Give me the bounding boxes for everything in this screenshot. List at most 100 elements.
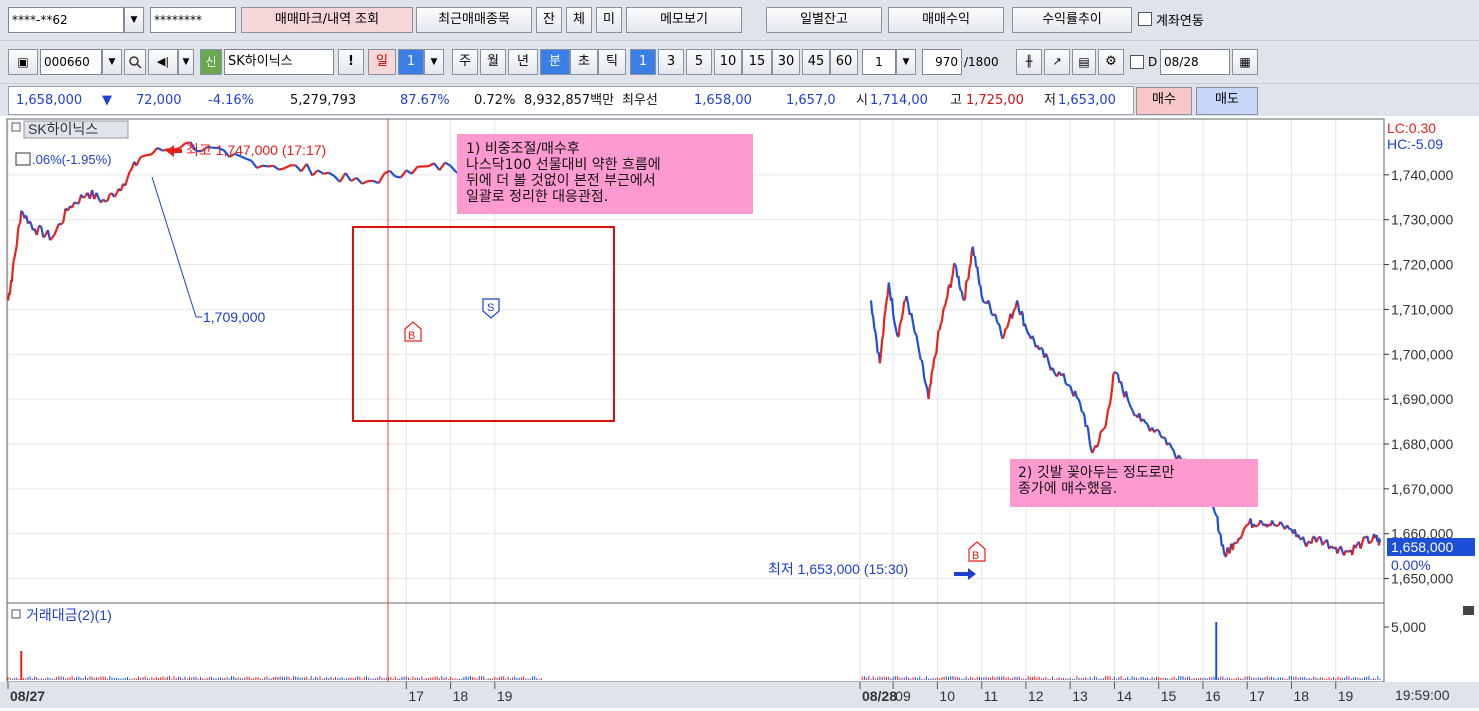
low-marker-label: 최저 1,653,000 (15:30) [768, 561, 908, 577]
table-icon[interactable] [16, 153, 30, 165]
interval-1-button[interactable]: 1 [630, 49, 656, 75]
price-segment [12, 261, 13, 273]
period-tick-button[interactable]: 틱 [598, 49, 626, 75]
volume-panel-close-icon[interactable] [1463, 606, 1474, 615]
period-minute-button[interactable]: 분 [540, 49, 570, 75]
balance-button[interactable]: 잔 [536, 7, 562, 33]
account-number-field[interactable]: ****-**62 [8, 7, 124, 33]
trade-mark-query-button[interactable]: 매매마크/내역 조회 [241, 7, 413, 33]
price-segment [30, 221, 32, 224]
price-segment [1224, 553, 1225, 557]
price-segment [141, 155, 147, 157]
price-segment [978, 276, 979, 285]
candle-type-icon[interactable]: ╫ [1016, 49, 1042, 75]
sell-button[interactable]: 매도 [1196, 87, 1258, 115]
stock-name-field[interactable]: SK하이닉스 [224, 49, 334, 75]
price-segment [872, 313, 873, 317]
period-month-button[interactable]: 월 [480, 49, 506, 75]
price-segment [10, 290, 11, 295]
price-segment [1005, 328, 1007, 329]
recent-stocks-button[interactable]: 최근매매종목 [416, 7, 532, 33]
price-segment [915, 332, 917, 335]
interval-5-button[interactable]: 5 [686, 49, 712, 75]
price-segment [883, 318, 884, 335]
interval-dropdown-icon[interactable]: ▼ [896, 49, 916, 75]
interval-30-button[interactable]: 30 [772, 49, 800, 75]
save-icon[interactable]: ▤ [1072, 49, 1096, 75]
sell-marker-label: S [487, 302, 494, 314]
interval-3-button[interactable]: 3 [658, 49, 684, 75]
open-price: 1,714,00 [870, 86, 928, 116]
search-icon[interactable] [124, 49, 146, 75]
gear-icon[interactable]: ⚙ [1098, 49, 1124, 75]
sound-icon[interactable]: ◀| [148, 49, 178, 75]
price-segment [1298, 535, 1300, 539]
price-segment [1316, 538, 1318, 542]
password-field[interactable]: ******** [150, 7, 236, 33]
date-field[interactable]: 08/28 [1160, 49, 1230, 75]
price-chart-svg[interactable]: 1,740,0001,730,0001,720,0001,710,0001,70… [0, 117, 1479, 708]
top-toolbar: ****-**62 ▼ ******** 매매마크/내역 조회 최근매매종목 잔… [0, 0, 1479, 40]
interval-10-button[interactable]: 10 [714, 49, 742, 75]
period-week-button[interactable]: 주 [452, 49, 478, 75]
warning-icon[interactable]: ! [338, 49, 364, 75]
period-year-button[interactable]: 년 [508, 49, 538, 75]
trade-profit-button[interactable]: 매매수익 [888, 7, 1004, 33]
account-link-checkbox[interactable] [1138, 12, 1152, 26]
price-change-pct: -4.16% [208, 86, 254, 116]
price-segment [941, 322, 942, 324]
x-tick-label: 17 [408, 688, 424, 704]
interval-15-button[interactable]: 15 [742, 49, 772, 75]
price-segment [1041, 348, 1043, 350]
date-checkbox[interactable] [1130, 55, 1144, 69]
price-segment [973, 247, 974, 256]
price-segment [8, 297, 9, 300]
x-tick-label: 15 [1161, 688, 1177, 704]
price-segment [877, 341, 878, 354]
price-segment [999, 325, 1000, 330]
price-segment [1261, 520, 1263, 523]
price-segment [19, 224, 20, 225]
price-segment [922, 360, 923, 367]
interval-custom-field[interactable]: 1 [862, 49, 896, 75]
stock-code-dropdown-icon[interactable]: ▼ [102, 49, 122, 75]
price-segment [971, 251, 972, 263]
sound-dropdown-icon[interactable]: ▼ [178, 49, 194, 75]
account-dropdown-icon[interactable]: ▼ [124, 7, 144, 33]
count-field[interactable]: 970 [922, 49, 962, 75]
daily-balance-button[interactable]: 일별잔고 [766, 7, 882, 33]
period-dropdown-icon[interactable]: ▼ [424, 49, 444, 75]
legend-toggle-icon[interactable] [12, 123, 20, 131]
calendar-icon[interactable]: ▦ [1232, 49, 1258, 75]
price-segment [960, 286, 961, 290]
chart-area[interactable]: 1,740,0001,730,0001,720,0001,710,0001,70… [0, 117, 1479, 708]
buy-marker-2-label: B [972, 550, 979, 562]
price-segment [887, 295, 888, 301]
executed-button[interactable]: 체 [566, 7, 592, 33]
buy-button[interactable]: 매수 [1136, 87, 1192, 115]
period-day-value[interactable]: 1 [398, 49, 424, 75]
interval-45-button[interactable]: 45 [802, 49, 830, 75]
memo-view-button[interactable]: 메모보기 [626, 7, 742, 33]
return-trend-button[interactable]: 수익률추이 [1012, 7, 1132, 33]
price-segment [955, 265, 956, 268]
lc-label: LC:0.30 [1387, 120, 1436, 136]
line-tool-icon[interactable]: ↗ [1044, 49, 1070, 75]
y-tick-label: 1,710,000 [1391, 301, 1453, 317]
layout-icon[interactable]: ▣ [8, 49, 38, 75]
high-marker-label: 최고 1,747,000 (17:17) [186, 142, 326, 158]
volume-axis-label: 5,000 [1391, 619, 1426, 635]
chart-toolbar: ▣ 000660 ▼ ◀| ▼ 신 SK하이닉스 ! 일 1 ▼ 주 월 년 분… [0, 40, 1479, 83]
price-segment [323, 173, 329, 174]
volume-panel-label: 거래대금(2)(1) [26, 607, 112, 623]
price-segment [395, 176, 401, 177]
interval-60-button[interactable]: 60 [830, 49, 858, 75]
stock-code-field[interactable]: 000660 [40, 49, 102, 75]
period-second-button[interactable]: 초 [570, 49, 598, 75]
volume-toggle-icon[interactable] [12, 610, 20, 618]
period-day-button[interactable]: 일 [368, 49, 396, 75]
price-segment [15, 251, 16, 257]
unexecuted-button[interactable]: 미 [596, 7, 622, 33]
price-segment [937, 330, 938, 341]
price-segment [1356, 544, 1358, 548]
